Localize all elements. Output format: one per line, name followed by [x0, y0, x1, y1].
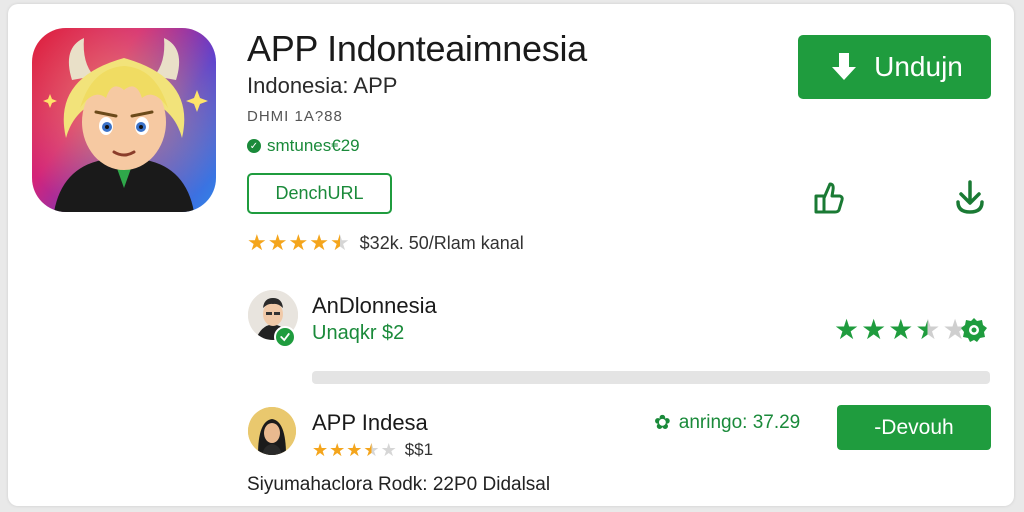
list-item-name[interactable]: APP Indesa — [312, 410, 428, 436]
star-icon: ★ — [380, 440, 397, 460]
secondary-download-button[interactable]: -Devouh — [837, 405, 991, 450]
app-icon[interactable] — [32, 28, 216, 212]
app-rating-stars: ★ ★ ★ ★ ★ — [247, 232, 350, 254]
gear-badge-icon[interactable] — [960, 316, 988, 344]
progress-bar — [312, 371, 990, 384]
star-icon: ★ — [288, 230, 309, 255]
app-rating-row: ★ ★ ★ ★ ★ $32k. 50/Rlam kanal — [247, 232, 524, 254]
list-item-meta-text: anringo: 37.29 — [678, 411, 801, 433]
star-icon: ★ — [309, 230, 329, 255]
check-circle-icon: ✓ — [247, 139, 261, 153]
list-item-rating: ★ ★ ★ ★ ★ $$1 — [312, 440, 433, 460]
download-arrow-icon — [832, 53, 857, 80]
download-icon[interactable] — [952, 178, 988, 216]
app-rating-text: $32k. 50/Rlam kanal — [359, 232, 524, 253]
list-item-meta: ✿ anringo: 37.29 — [654, 410, 800, 435]
list-item-stars: ★ ★ ★ ★ ★ — [834, 316, 968, 344]
verified-row: ✓ smtunes€29 — [247, 136, 360, 156]
outline-url-button[interactable]: DenchURL — [247, 173, 392, 214]
star-icon: ★ — [329, 230, 350, 255]
star-icon: ★ — [312, 440, 329, 460]
verified-badge — [274, 326, 296, 348]
star-icon: ★ — [888, 314, 914, 345]
list-item-subtitle: Unaqkr $2 — [312, 322, 405, 344]
star-icon: ★ — [247, 230, 267, 255]
list-item-price: $$1 — [404, 440, 434, 459]
avatar — [248, 407, 296, 455]
star-icon: ★ — [329, 440, 346, 460]
star-icon: ★ — [346, 440, 363, 460]
woman-avatar-illustration — [248, 407, 296, 455]
share-icon[interactable] — [810, 178, 846, 216]
gear-icon: ✿ — [654, 412, 671, 434]
list-item-stars: ★ ★ ★ ★ ★ — [312, 441, 397, 459]
star-icon: ★ — [834, 314, 860, 345]
check-icon — [280, 333, 290, 342]
app-subtitle: Indonesia: APP — [247, 73, 398, 98]
star-icon: ★ — [861, 314, 887, 345]
anime-character-illustration — [32, 28, 216, 212]
verified-text: smtunes€29 — [267, 136, 360, 155]
footer-text: Siyumahaclora Rodk: 22P0 Didalsal — [247, 474, 551, 495]
primary-download-label: Undujn — [874, 51, 963, 82]
app-meta: DHMI 1A?88 — [247, 108, 343, 125]
star-icon: ★ — [363, 440, 380, 460]
star-icon: ★ — [267, 230, 288, 255]
star-icon: ★ — [915, 314, 941, 345]
list-item-name[interactable]: AnDlonnesia — [312, 293, 437, 319]
app-title: APP Indonteaimnesia — [247, 28, 587, 69]
primary-download-button[interactable]: Undujn — [798, 35, 991, 99]
